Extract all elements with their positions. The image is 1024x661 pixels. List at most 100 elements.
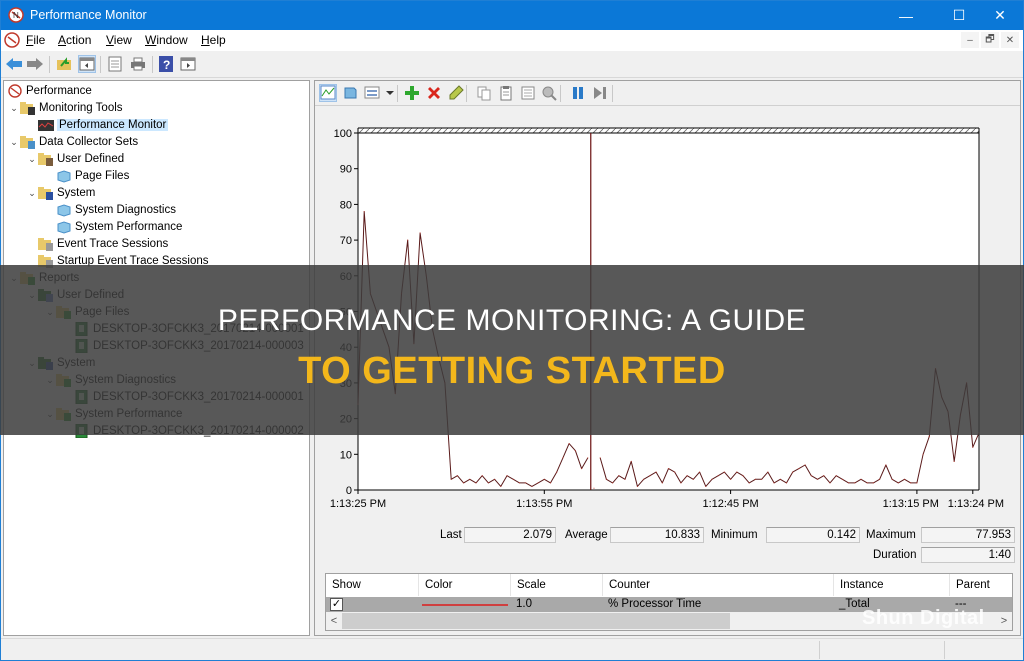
tree-item[interactable]: System Performance [44,218,182,235]
mdi-restore-button[interactable]: 🗗 [981,32,999,48]
print-button[interactable] [129,55,147,73]
scroll-right-icon[interactable]: > [996,612,1012,630]
data-point [810,475,812,477]
help-button[interactable]: ? [157,55,175,73]
menu-window[interactable]: Window [145,33,188,47]
column-header-scale[interactable]: Scale [511,574,603,596]
data-point [450,478,452,480]
data-point [593,487,595,489]
collector-set-icon [57,203,71,217]
tree-item-label: System Performance [75,220,183,233]
chevron-down-icon[interactable]: ⌄ [26,188,38,197]
column-header-color[interactable]: Color [419,574,511,596]
data-point [736,471,738,473]
y-tick-label: 90 [340,164,352,176]
close-button[interactable]: ✕ [977,1,1023,30]
data-point [897,482,899,484]
folder-user-icon [38,152,53,166]
data-point [407,239,409,241]
data-point [481,475,483,477]
print-icon [131,57,145,71]
tree-item[interactable]: ⌄ User Defined [26,150,124,167]
tree-item-label: Monitoring Tools [39,101,123,114]
tree-item[interactable]: Page Files [44,167,129,184]
average-label: Average [565,529,608,541]
data-point [866,482,868,484]
column-header-counter[interactable]: Counter [603,574,834,596]
data-point [494,478,496,480]
back-button[interactable] [5,55,23,73]
maximum-label: Maximum [866,529,916,541]
menu-file[interactable]: File [26,33,45,47]
system-menu-icon[interactable] [4,32,20,48]
folder-system-icon [38,186,53,200]
maximize-icon: ☐ [952,7,966,23]
data-point [518,482,521,484]
data-point [972,446,974,448]
counter-color-swatch [422,604,508,606]
menu-action[interactable]: Action [58,33,91,47]
tree-item[interactable]: ⌄ Data Collector Sets [8,133,138,150]
tree-item-label: Event Trace Sessions [57,237,169,250]
data-point [649,475,651,477]
average-value: 10.833 [610,527,704,543]
chevron-down-icon[interactable]: ⌄ [8,137,20,146]
show-action-pane-button[interactable] [179,55,197,73]
data-point [785,482,788,484]
help-icon: ? [159,56,173,72]
scroll-left-icon[interactable]: < [326,612,342,630]
status-separator [819,641,820,659]
column-header-parent[interactable]: Parent [950,574,1012,596]
menu-help[interactable]: Help [201,33,226,47]
tree-item[interactable]: ⌄ System [26,184,95,201]
show-hide-tree-button[interactable] [78,55,96,73]
restore-icon: 🗗 [985,33,995,45]
properties-button[interactable] [106,55,124,73]
data-point [531,485,533,488]
forward-button[interactable] [26,55,44,73]
svg-text:?: ? [163,58,170,72]
scrollbar-thumb[interactable] [342,613,730,629]
tree-item[interactable]: Event Trace Sessions [26,235,168,252]
main-toolbar: ? [1,51,1023,78]
data-point [854,482,856,484]
data-point [580,467,583,470]
data-point [903,478,906,480]
window-title: Performance Monitor [30,8,147,22]
minimum-value: 0.142 [766,527,860,543]
data-point [612,482,614,484]
data-point [748,482,750,484]
data-point [487,482,490,484]
menu-view[interactable]: View [106,33,132,47]
last-label: Last [440,529,462,541]
maximize-button[interactable]: ☐ [936,1,982,30]
column-header-show[interactable]: Show [326,574,419,596]
data-point [537,482,539,484]
data-point [363,210,365,213]
mdi-close-button[interactable]: ✕ [1001,32,1019,48]
chevron-down-icon[interactable]: ⌄ [8,103,20,112]
mdi-minimize-button[interactable]: – [961,32,979,48]
counter-name: % Processor Time [608,598,702,610]
data-point [723,471,725,473]
mdi-controls: – 🗗 ✕ [961,32,1019,48]
tree-item[interactable]: System Diagnostics [44,201,176,218]
performance-icon [8,83,22,98]
minimize-icon: — [899,7,913,24]
data-point [847,482,850,484]
data-point [953,460,955,463]
chevron-down-icon[interactable]: ⌄ [26,154,38,163]
status-separator [944,641,945,659]
tree-item[interactable]: Performance [7,82,92,99]
column-header-instance[interactable]: Instance [834,574,950,596]
x-tick-label: 1:12:45 PM [702,498,758,510]
data-point [804,464,806,466]
close-icon: ✕ [1005,34,1015,46]
show-checkbox[interactable]: ✓ [330,598,343,611]
tree-item[interactable]: ⌄ Monitoring Tools [8,99,123,116]
data-point [556,471,558,473]
up-folder-button[interactable] [55,55,73,73]
minimize-button[interactable]: — [883,1,929,30]
data-point [767,471,769,473]
tree-item[interactable]: Performance Monitor [26,116,169,133]
